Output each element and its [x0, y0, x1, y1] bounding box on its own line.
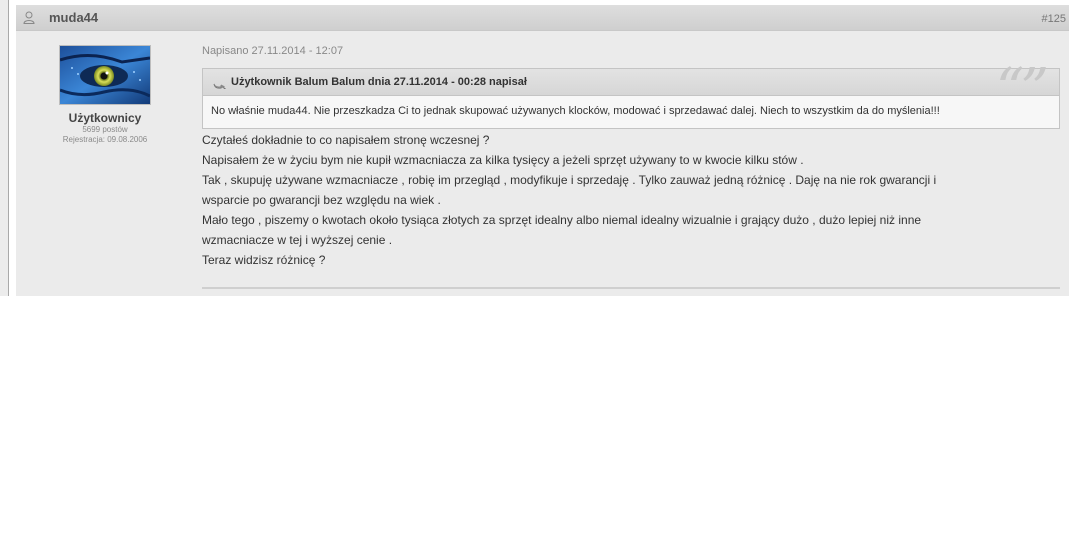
- post-body-line: wsparcie po gwarancji bez względu na wie…: [202, 193, 441, 207]
- quote-header: Użytkownik Balum Balum dnia 27.11.2014 -…: [203, 57, 1059, 122]
- author-name-link[interactable]: muda44: [49, 10, 98, 25]
- quote-marks-icon: “”: [995, 57, 1049, 122]
- forum-post-frame: muda44 #125 Użytkownicy 5699 postów Reje…: [0, 0, 1069, 296]
- post-body-line: Mało tego , piszemy o kwotach około tysi…: [202, 213, 922, 227]
- left-margin: [0, 0, 8, 296]
- user-icon: [23, 11, 35, 24]
- post-body-line: Napisałem że w życiu bym nie kupił wzmac…: [202, 153, 804, 167]
- post-header: muda44 #125: [16, 5, 1069, 31]
- left-divider: [8, 0, 9, 296]
- registration-date: Rejestracja: 09.08.2006: [62, 135, 148, 144]
- post-number-link[interactable]: #125: [1042, 13, 1066, 25]
- post-body-line: Tak , skupuję używane wzmacniacze , robi…: [202, 173, 937, 187]
- post-body-line: wzmacniacze w tej i wyższej cenie .: [202, 233, 393, 247]
- signature-divider: [202, 287, 1060, 289]
- quote-text: No właśnie muda44. Nie przeszkadza Ci to…: [211, 105, 940, 117]
- author-info: Użytkownicy 5699 postów Rejestracja: 09.…: [16, 45, 194, 145]
- quote-author: Użytkownik Balum Balum dnia 27.11.2014 -…: [231, 76, 527, 88]
- post-body-line: Teraz widzisz różnicę ?: [202, 253, 326, 267]
- post-body-line: Czytałeś dokładnie to co napisałem stron…: [202, 133, 490, 147]
- quote-block: Użytkownik Balum Balum dnia 27.11.2014 -…: [202, 57, 1060, 129]
- post-body: Czytałeś dokładnie to co napisałem stron…: [202, 130, 1042, 270]
- avatar[interactable]: [59, 45, 151, 105]
- post-date: Napisano 27.11.2014 - 12:07: [202, 45, 344, 57]
- quote-arrow-icon[interactable]: [213, 78, 226, 89]
- user-group: Użytkownicy: [68, 111, 142, 125]
- post-count: 5699 postów: [82, 125, 128, 134]
- forum-post: muda44 #125 Użytkownicy 5699 postów Reje…: [16, 5, 1069, 296]
- avatar-image: [60, 46, 150, 104]
